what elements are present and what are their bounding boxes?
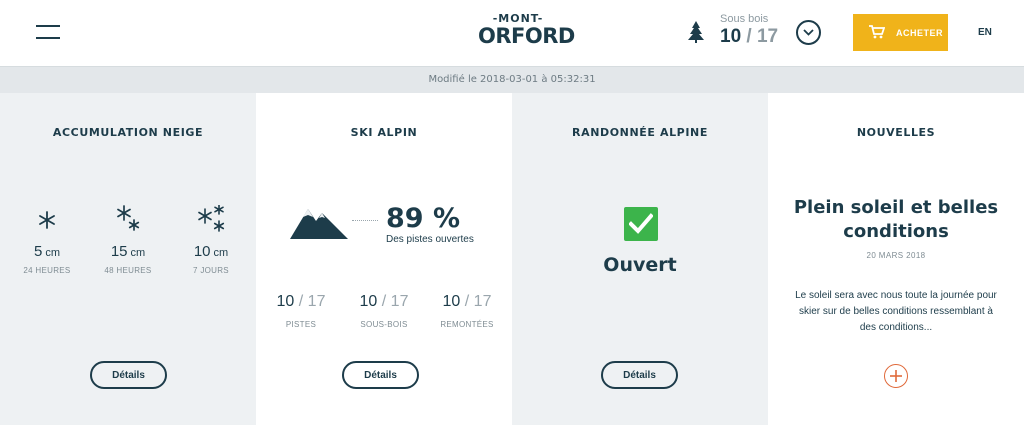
panel-title: RANDONNÉE ALPINE <box>572 126 708 139</box>
snow-item: 10 cm 7 JOURS <box>181 204 241 275</box>
sous-bois-total: 17 <box>756 26 779 47</box>
stat-open: 10 <box>442 293 461 310</box>
ski-stat: 10 / 17 REMONTÉES <box>427 293 507 329</box>
stat-label: REMONTÉES <box>440 320 494 329</box>
randonnee-panel: RANDONNÉE ALPINE Ouvert Détails <box>512 93 768 425</box>
sous-bois-status: Sous bois 10 / 17 <box>720 13 778 48</box>
stat-total: 17 <box>390 293 409 310</box>
snow-item: 15 cm 48 HEURES <box>98 205 158 275</box>
language-switch[interactable]: EN <box>978 27 992 38</box>
rando-status: Ouvert <box>603 254 677 276</box>
ski-alpin-panel: SKI ALPIN 89 % Des pistes ouvertes 10 / … <box>256 93 512 425</box>
snow-value: 10 <box>193 243 211 260</box>
news-headline[interactable]: Plein soleil et belles conditions <box>786 196 1006 244</box>
ski-details-button[interactable]: Détails <box>342 361 419 389</box>
stat-open: 10 <box>359 293 378 310</box>
snow-unit: cm <box>213 247 229 259</box>
snow-value: 15 <box>110 243 128 260</box>
mountain-icon <box>290 209 348 239</box>
chevron-down-icon[interactable] <box>796 20 821 45</box>
sous-bois-open: 10 <box>720 26 742 47</box>
check-icon <box>624 207 658 241</box>
buy-button[interactable]: ACHETER <box>853 14 948 51</box>
open-percent-label: Des pistes ouvertes <box>386 234 474 245</box>
tree-icon <box>688 21 704 43</box>
top-header: -MONT- ORFORD Sous bois 10 / 17 ACHETER … <box>0 0 1024 66</box>
buy-button-label: ACHETER <box>896 28 944 38</box>
snow-item: 5 cm 24 HEURES <box>17 205 77 275</box>
snow-value: 5 <box>33 243 43 260</box>
sous-bois-count: 10 / 17 <box>720 26 779 47</box>
stat-open: 10 <box>276 293 295 310</box>
rando-details-button[interactable]: Détails <box>601 361 678 389</box>
snow-unit: cm <box>45 247 60 259</box>
stat-label: SOUS-BOIS <box>360 320 408 329</box>
divider <box>352 220 378 221</box>
hamburger-menu-icon[interactable] <box>36 23 60 41</box>
cart-icon <box>869 25 885 39</box>
news-date: 20 MARS 2018 <box>866 251 926 260</box>
plus-circle-icon[interactable] <box>884 364 908 388</box>
panel-title: ACCUMULATION NEIGE <box>52 126 204 139</box>
open-percent: 89 % <box>386 203 461 234</box>
snowflake-icon <box>17 205 77 233</box>
sous-bois-label: Sous bois <box>720 13 769 25</box>
panel-title: SKI ALPIN <box>350 126 418 139</box>
snowflakes-many-icon <box>181 204 241 233</box>
ski-stat: 10 / 17 SOUS-BOIS <box>344 293 424 329</box>
snow-details-button[interactable]: Détails <box>90 361 167 389</box>
stat-label: PISTES <box>285 320 317 329</box>
snow-period: 7 JOURS <box>193 266 229 275</box>
panel-title: NOUVELLES <box>856 126 936 139</box>
ski-stat: 10 / 17 PISTES <box>261 293 341 329</box>
snow-unit: cm <box>130 247 146 259</box>
logo-bottom-text: ORFORD <box>478 24 575 48</box>
logo[interactable]: -MONT- ORFORD <box>478 8 575 58</box>
snow-panel: ACCUMULATION NEIGE 5 cm 24 HEURES 15 cm 48… <box>0 93 256 425</box>
snow-period: 24 HEURES <box>23 266 71 275</box>
news-panel: NOUVELLES Plein soleil et belles conditi… <box>768 93 1024 425</box>
news-excerpt: Le soleil sera avec nous toute la journé… <box>795 290 997 333</box>
snowflakes-icon <box>98 205 158 233</box>
snow-period: 48 HEURES <box>104 266 152 275</box>
last-modified-bar: Modifié le 2018-03-01 à 05:32:31 <box>0 66 1024 93</box>
stat-total: 17 <box>307 293 326 310</box>
stat-total: 17 <box>473 293 492 310</box>
